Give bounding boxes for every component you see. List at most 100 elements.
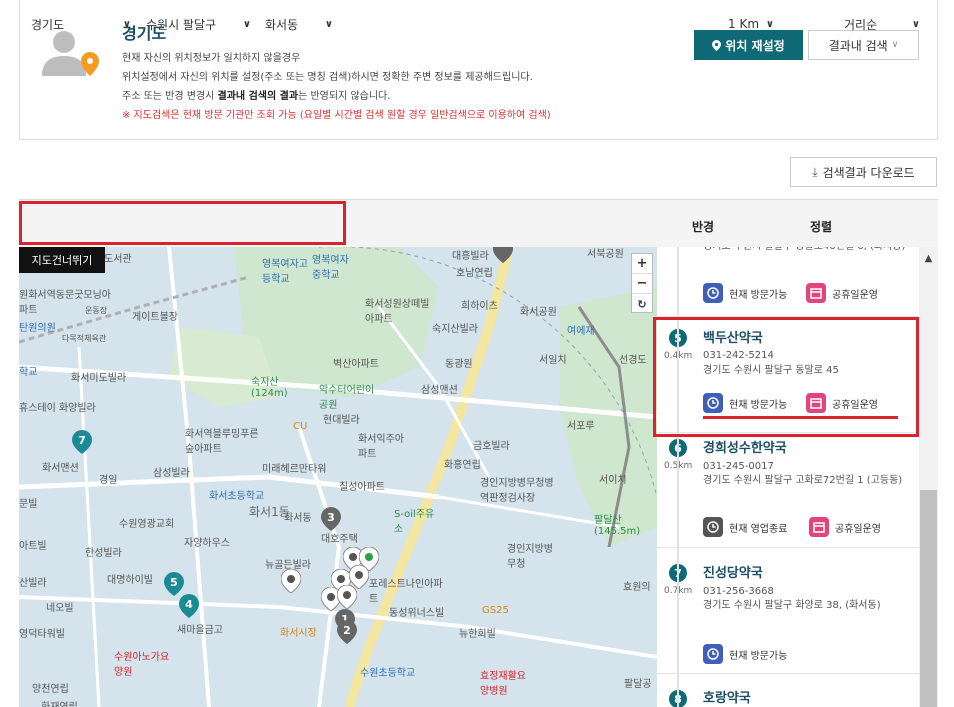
zoom-in-button[interactable]: + xyxy=(632,254,652,274)
location-pin-icon xyxy=(712,39,722,51)
map-marker[interactable] xyxy=(493,247,513,263)
status-badge: 현재 방문가능 xyxy=(703,393,787,413)
map-marker-4[interactable]: 4 xyxy=(179,594,199,618)
calendar-icon xyxy=(806,283,826,303)
clock-icon xyxy=(703,393,723,413)
map-label: 운동장 xyxy=(85,306,108,315)
scroll-up-arrow-icon[interactable]: ▲ xyxy=(919,249,938,267)
download-icon: ⤓ xyxy=(812,164,818,179)
radius-value: 1 Km xyxy=(728,17,760,31)
map-label: 벽산아파트 xyxy=(333,359,379,370)
holiday-text: 공휴일운영 xyxy=(835,523,881,535)
map-marker-2[interactable]: 2 xyxy=(337,620,357,644)
item-name[interactable]: 진성당약국 xyxy=(703,562,763,581)
map-label: 양천연립 xyxy=(32,684,69,695)
map-label: 서포루 xyxy=(567,421,595,432)
item-phone: 031-245-0017 xyxy=(703,461,774,472)
map-label: 경인지방병무청병역판정검사장 xyxy=(480,478,554,504)
clock-icon xyxy=(703,283,723,303)
map-label: 자양하우스 xyxy=(184,538,230,549)
svg-text:5: 5 xyxy=(170,576,178,589)
location-line-3a: 주소 또는 반경 변경시 xyxy=(122,91,218,102)
map-label: 희하이츠 xyxy=(461,301,498,312)
calendar-icon xyxy=(809,517,829,537)
map-label: 화서초등학교 xyxy=(209,491,265,502)
map-label: 경일 xyxy=(99,475,118,486)
map-label: 새마을금고 xyxy=(177,625,223,636)
map-view[interactable]: 도서관 영복여자고등학교 영복여자중학교 대흥빌라 호남연립 서북공원 원화서역… xyxy=(19,247,657,707)
item-name[interactable]: 경희성수한약국 xyxy=(703,437,787,456)
map-marker-5[interactable]: 5 xyxy=(164,572,184,596)
map-label: 화서시장 xyxy=(280,628,317,639)
list-item[interactable]: 경기도 수원시 팔달구 동말로46번길 6, (화서동) 현재 방문가능 공휴일… xyxy=(657,247,919,317)
svg-text:7: 7 xyxy=(78,434,86,447)
reset-location-label: 위치 재설정 xyxy=(725,38,785,53)
calendar-icon xyxy=(806,393,826,413)
map-label: 삼성맨션 xyxy=(421,385,458,396)
zoom-out-button[interactable]: − xyxy=(632,274,652,294)
map-label: 팔달산(145.5m) xyxy=(594,515,641,537)
location-description: 현재 자신의 위치정보가 일치하지 않을경우 위치설정에서 자신의 위치를 설정… xyxy=(122,49,551,125)
scrollbar-thumb[interactable] xyxy=(920,490,937,707)
map-label: 아트빌 xyxy=(19,541,47,552)
result-highlight-underline xyxy=(703,416,898,419)
map-label: 수원초등학교 xyxy=(360,668,416,679)
pharmacy-marker-icon[interactable] xyxy=(337,585,357,609)
refresh-map-icon[interactable]: ↻ xyxy=(632,294,652,314)
city-value: 수원시 팔달구 xyxy=(146,17,217,32)
province-value: 경기도 xyxy=(31,17,65,32)
map-label: 현대빌라 xyxy=(323,415,360,426)
map-label: 악수터어린이공원 xyxy=(319,385,375,411)
map-label: 수원아노가요양원 xyxy=(114,652,170,678)
city-select[interactable]: 수원시 팔달구 ∨ xyxy=(140,10,257,38)
map-label: 서이치 xyxy=(599,475,627,486)
map-label: 산빌라 xyxy=(19,578,47,589)
map-label: 학교 xyxy=(19,367,38,378)
list-item[interactable]: 7 0.7km 진성당약국 031-256-3668 경기도 수원시 팔달구 화… xyxy=(657,548,919,674)
map-marker-7[interactable]: 7 xyxy=(72,430,92,454)
chevron-down-icon: ∨ xyxy=(765,18,774,30)
chevron-down-icon: ∨ xyxy=(891,40,899,50)
skip-map-button[interactable]: 지도건너뛰기 xyxy=(19,247,105,273)
map-label: 화홍연립 xyxy=(444,460,481,471)
item-address: 경기도 수원시 팔달구 동말로 45 xyxy=(703,365,839,376)
location-line-3b: 결과내 검색의 결과 xyxy=(217,91,299,102)
dong-select[interactable]: 화서동 ∨ xyxy=(259,10,339,38)
map-label: 숙지산빌라 xyxy=(432,324,478,335)
map-marker-3[interactable]: 3 xyxy=(321,507,341,531)
map-label: 한성빌라 xyxy=(85,548,122,559)
map-label: 포레스트나인아파트 xyxy=(369,579,443,605)
map-label: 화서역블루밍푸른숲아파트 xyxy=(185,429,259,455)
chevron-down-icon: ∨ xyxy=(324,18,333,30)
list-item[interactable]: 6 0.5km 경희성수한약국 031-245-0017 경기도 수원시 팔달구… xyxy=(657,433,919,548)
timeline-line xyxy=(677,247,679,707)
map-label: 화서미도빌라 xyxy=(71,373,127,384)
item-name[interactable]: 백두산약국 xyxy=(703,327,763,346)
map-label: 팔달공 xyxy=(624,679,652,690)
map-label: 경인지방병무청 xyxy=(507,544,553,570)
map-label: 화서익주아파트 xyxy=(358,434,404,460)
map-label: 화재연립 xyxy=(41,698,78,707)
item-phone: 031-256-3668 xyxy=(703,586,774,597)
status-badge: 현재 방문가능 xyxy=(703,283,787,303)
province-select[interactable]: 경기도 ∨ xyxy=(25,10,137,38)
svg-text:3: 3 xyxy=(327,511,335,524)
location-line-3c: 는 반영되지 않습니다. xyxy=(298,91,391,102)
chevron-down-icon: ∨ xyxy=(911,18,920,30)
download-results-button[interactable]: ⤓ 검색결과 다운로드 xyxy=(790,157,937,187)
map-label: 효원의 xyxy=(623,582,651,593)
map-label: 게이트볼장 xyxy=(132,312,178,323)
item-name[interactable]: 호랑약국 xyxy=(703,687,751,706)
item-address: 경기도 수원시 팔달구 고화로72번길 1 (고등동) xyxy=(703,475,903,486)
map-zoom-control: + − ↻ xyxy=(631,253,653,313)
pharmacy-marker-icon[interactable] xyxy=(281,569,301,593)
map-label: 대호주택 xyxy=(321,534,358,545)
sort-select[interactable]: 거리순 ∨ xyxy=(838,10,926,38)
list-item[interactable]: 8 호랑약국 xyxy=(657,674,919,707)
location-line-3: 주소 또는 반경 변경시 결과내 검색의 결과는 반영되지 않습니다. xyxy=(122,87,551,106)
clock-icon xyxy=(703,644,723,664)
map-label: 효정재활요양병원 xyxy=(480,671,526,697)
radius-label: 반경 xyxy=(692,220,715,234)
map-label: 금호빌라 xyxy=(473,441,510,452)
radius-select[interactable]: 1 Km ∨ xyxy=(722,10,780,38)
